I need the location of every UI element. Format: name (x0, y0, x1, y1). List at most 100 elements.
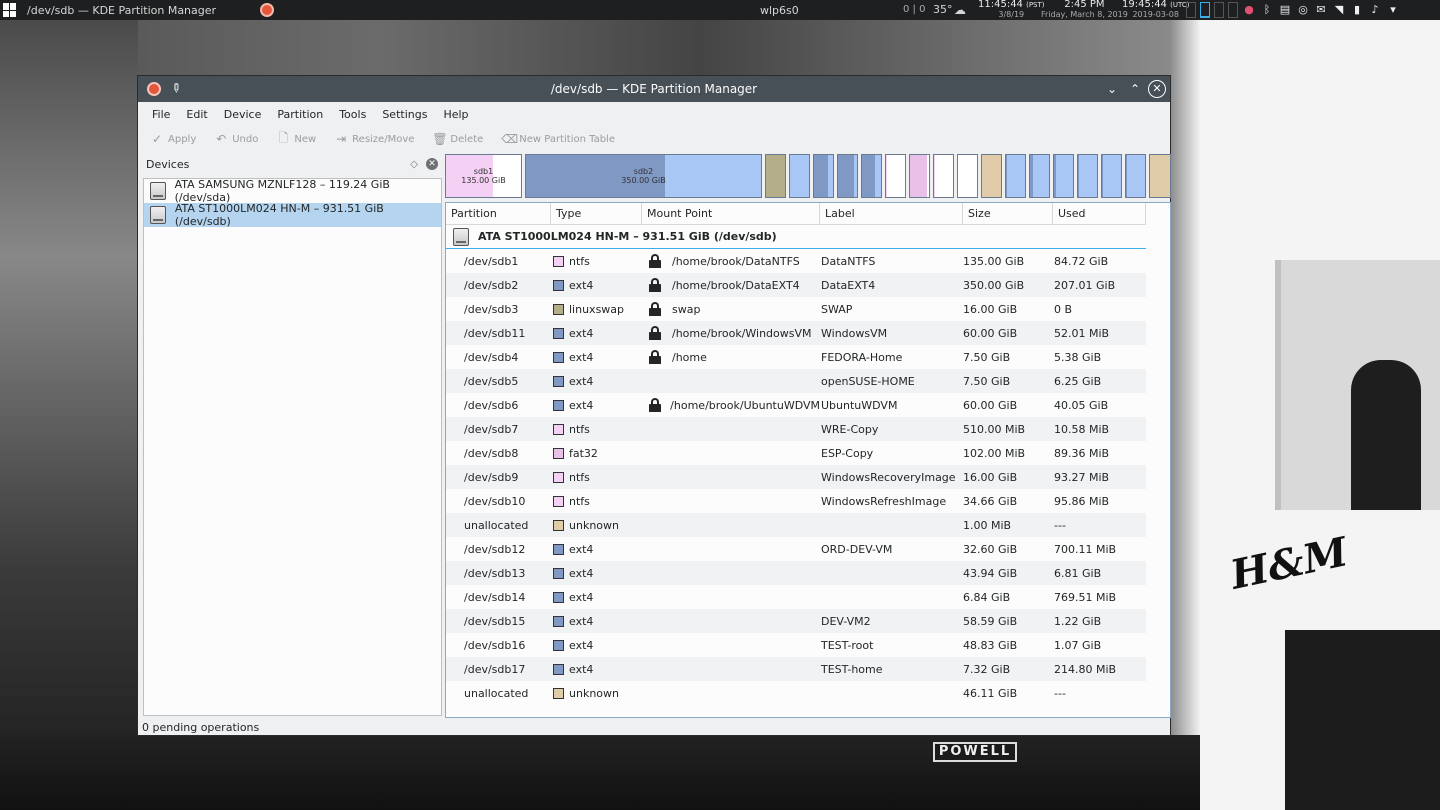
column-size[interactable]: Size (963, 203, 1053, 225)
close-dock-icon[interactable]: ✕ (426, 158, 438, 170)
table-row[interactable]: /dev/sdb8 fat32 ESP-Copy 102.00 MiB 89.36 Mi… (446, 441, 1146, 465)
partition-bar-graph: sdb1 135.00 GiB sdb2 350.00 GiB (445, 154, 1171, 198)
device-item-sdb[interactable]: ATA ST1000LM024 HN-M – 931.51 GiB (/dev/… (144, 202, 441, 228)
partition-segment[interactable] (813, 154, 834, 198)
close-window-button[interactable]: ✕ (1148, 80, 1166, 98)
partition-cell: /dev/sdb6 (464, 398, 519, 412)
partition-used-fill (766, 155, 785, 197)
partition-segment[interactable] (1101, 154, 1122, 198)
devices-panel: Devices ◇ ✕ ATA SAMSUNG MZNLF128 – 119.2… (143, 154, 442, 716)
table-row[interactable]: unallocated unknown 1.00 MiB --- (446, 513, 1146, 537)
device-tree-row[interactable]: ATA ST1000LM024 HN-M – 931.51 GiB (/dev/… (446, 225, 1146, 249)
partition-segment[interactable]: sdb2 350.00 GiB (525, 154, 762, 198)
table-row[interactable]: /dev/sdb3 linuxswap swap SWAP 16.00 GiB 0 B (446, 297, 1146, 321)
partition-segment[interactable] (909, 154, 930, 198)
partition-segment[interactable] (789, 154, 810, 198)
table-row[interactable]: /dev/sdb15 ext4 DEV-VM2 58.59 GiB 1.22 GiB (446, 609, 1146, 633)
column-mount-point[interactable]: Mount Point (642, 203, 820, 225)
table-row[interactable]: /dev/sdb4 ext4/home FEDORA-Home 7.50 GiB 5.3… (446, 345, 1146, 369)
partition-segment[interactable] (837, 154, 858, 198)
table-row[interactable]: /dev/sdb17 ext4 TEST-home 7.32 GiB 214.80 Mi… (446, 657, 1146, 681)
table-row[interactable]: /dev/sdb1 ntfs/home/brook/DataNTFS DataNTF… (446, 249, 1146, 273)
battery-icon[interactable]: ▮ (1350, 3, 1364, 17)
menu-help[interactable]: Help (435, 108, 476, 121)
float-dock-icon[interactable]: ◇ (410, 159, 418, 170)
partition-segment[interactable]: sdb1 135.00 GiB (445, 154, 522, 198)
virtual-desktop-1[interactable] (1186, 2, 1196, 18)
taskbar-window-title[interactable]: /dev/sdb — KDE Partition Manager (27, 4, 247, 17)
partition-segment[interactable] (933, 154, 954, 198)
updates-icon[interactable]: ◎ (1296, 3, 1310, 17)
new-button[interactable]: 🗋 New (276, 129, 317, 150)
resize-move-button[interactable]: ⇥ Resize/Move (334, 132, 414, 146)
keyboard-layout-icon[interactable]: ● (1242, 3, 1256, 17)
table-row[interactable]: /dev/sdb14 ext4 6.84 GiB 769.51 MiB (446, 585, 1146, 609)
partitionmanager-task-icon[interactable] (260, 3, 274, 17)
wifi-icon[interactable]: ◥ (1332, 3, 1346, 17)
virtual-desktop-3[interactable] (1214, 2, 1224, 18)
volume-icon[interactable]: ♪ (1368, 3, 1382, 17)
partition-segment[interactable] (765, 154, 786, 198)
mail-icon[interactable]: ✉ (1314, 3, 1328, 17)
table-row[interactable]: /dev/sdb9 ntfs WindowsRecoveryImage 16.00 G… (446, 465, 1146, 489)
table-row[interactable]: /dev/sdb6 ext4/home/brook/UbuntuWDVM Ubunt… (446, 393, 1146, 417)
clock-pst[interactable]: 11:45:44 (PST) 3/8/19 (978, 0, 1045, 20)
partition-segment[interactable] (1125, 154, 1146, 198)
table-row[interactable]: /dev/sdb10 ntfs WindowsRefreshImage 34.66 G… (446, 489, 1146, 513)
partition-segment[interactable] (1077, 154, 1098, 198)
column-partition[interactable]: Partition (446, 203, 551, 225)
type-text: ext4 (569, 590, 594, 604)
mount-text: /home (672, 350, 707, 364)
maximize-button[interactable]: ⌃ (1126, 80, 1144, 98)
partition-segment[interactable] (885, 154, 906, 198)
column-type[interactable]: Type (551, 203, 642, 225)
clock-local[interactable]: 2:45 PM Friday, March 8, 2019 (1041, 0, 1128, 20)
menu-tools[interactable]: Tools (331, 108, 374, 121)
apply-button[interactable]: ✓ Apply (150, 132, 196, 146)
size-cell: 58.59 GiB (963, 614, 1018, 628)
table-row[interactable]: /dev/sdb7 ntfs WRE-Copy 510.00 MiB 10.58 MiB (446, 417, 1146, 441)
virtual-desktop-2[interactable] (1200, 2, 1210, 18)
clock-utc[interactable]: 19:45:44 (UTC) 2019-03-08 (1122, 0, 1189, 20)
clipboard-icon[interactable]: ▤ (1278, 3, 1292, 17)
partition-segment[interactable] (1029, 154, 1050, 198)
table-row[interactable]: /dev/sdb13 ext4 43.94 GiB 6.81 GiB (446, 561, 1146, 585)
table-row[interactable]: /dev/sdb16 ext4 TEST-root 48.83 GiB 1.07 GiB (446, 633, 1146, 657)
table-header: Partition Type Mount Point Label Size Us… (446, 203, 1146, 225)
used-cell: 700.11 MiB (1054, 542, 1117, 556)
undo-button[interactable]: ↶ Undo (214, 132, 258, 146)
window-titlebar[interactable]: ✎ /dev/sdb — KDE Partition Manager ⌄ ⌃ ✕ (138, 76, 1170, 102)
partition-cell: unallocated (464, 686, 529, 700)
table-row[interactable]: /dev/sdb12 ext4 ORD-DEV-VM 32.60 GiB 700.11 … (446, 537, 1146, 561)
column-used[interactable]: Used (1053, 203, 1146, 225)
menu-partition[interactable]: Partition (269, 108, 331, 121)
menu-file[interactable]: File (144, 108, 178, 121)
partition-segment[interactable] (861, 154, 882, 198)
table-row[interactable]: unallocated unknown 46.11 GiB --- (446, 681, 1146, 705)
partition-segment[interactable] (1149, 154, 1171, 198)
table-row[interactable]: /dev/sdb5 ext4 openSUSE-HOME 7.50 GiB 6.25 G… (446, 369, 1146, 393)
delete-button[interactable]: 🗑 Delete (432, 132, 483, 146)
tray-expand-icon[interactable]: ▾ (1386, 3, 1400, 17)
used-cell: --- (1054, 686, 1066, 700)
menu-edit[interactable]: Edit (178, 108, 215, 121)
minimize-button[interactable]: ⌄ (1103, 80, 1121, 98)
virtual-desktop-4[interactable] (1228, 2, 1238, 18)
menu-settings[interactable]: Settings (374, 108, 435, 121)
application-launcher-icon[interactable] (3, 3, 21, 17)
partition-cell: unallocated (464, 518, 529, 532)
mount-point-cell: /home/brook/DataNTFS (642, 254, 820, 268)
column-label[interactable]: Label (820, 203, 963, 225)
new-partition-table-button[interactable]: ⌫ New Partition Table (501, 132, 615, 146)
partition-segment[interactable] (1005, 154, 1026, 198)
partition-segment[interactable] (957, 154, 978, 198)
partition-segment[interactable] (1053, 154, 1074, 198)
table-row[interactable]: /dev/sdb11 ext4/home/brook/WindowsVM Windo… (446, 321, 1146, 345)
devices-title: Devices (146, 157, 190, 171)
device-item-sda[interactable]: ATA SAMSUNG MZNLF128 – 119.24 GiB (/dev/… (144, 178, 441, 204)
bluetooth-icon[interactable]: ᛒ (1260, 3, 1274, 17)
partition-segment[interactable] (981, 154, 1002, 198)
menu-device[interactable]: Device (216, 108, 270, 121)
weather-icon[interactable]: ☁ (954, 3, 966, 17)
table-row[interactable]: /dev/sdb2 ext4/home/brook/DataEXT4 DataEXT… (446, 273, 1146, 297)
